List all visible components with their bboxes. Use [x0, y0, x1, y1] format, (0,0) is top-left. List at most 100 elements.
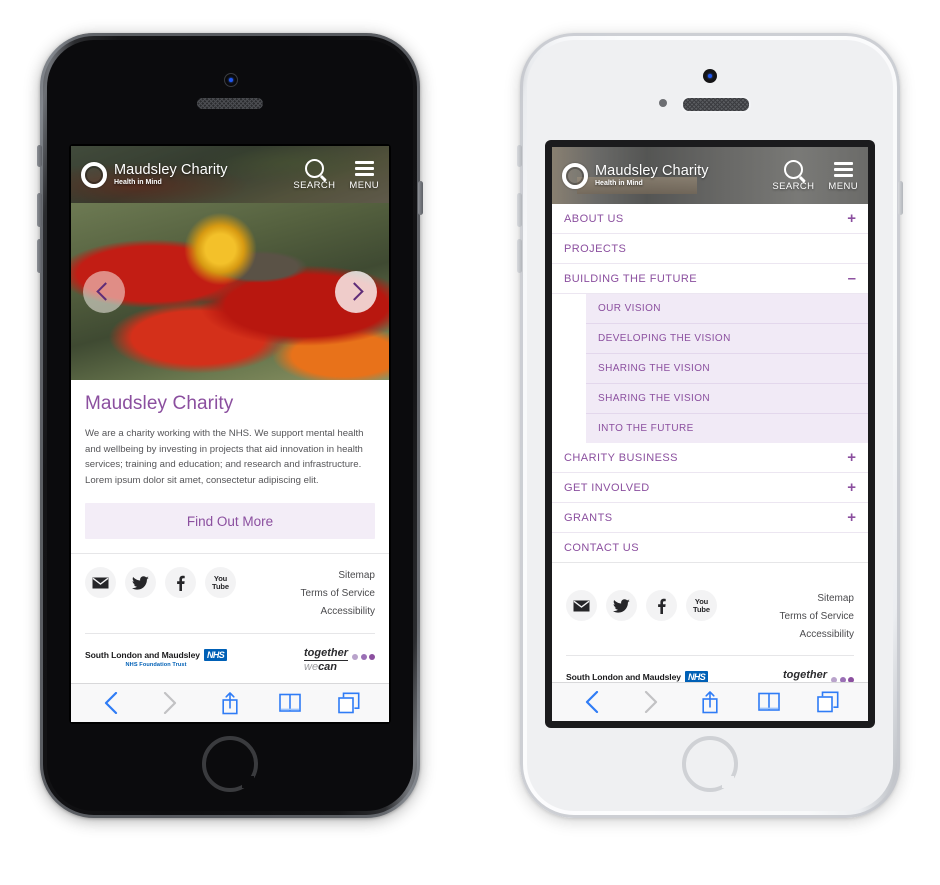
intro-body: We are a charity working with the NHS. W…: [85, 428, 364, 486]
home-button[interactable]: [202, 736, 258, 792]
nav-item-get-involved[interactable]: GET INVOLVED +: [552, 473, 868, 503]
site-logo-text[interactable]: Maudsley Charity Health in Mind: [114, 163, 228, 187]
together-we: we: [304, 660, 319, 673]
together-can: can: [318, 660, 338, 673]
volume-down-button[interactable]: [37, 239, 42, 273]
site-header: Maudsley Charity Health in Mind SEARCH M…: [552, 147, 868, 204]
together-line2: wecan: [304, 660, 348, 673]
youtube-icon[interactable]: You Tube: [205, 567, 236, 599]
nav-subitem-sharing-the-vision-1[interactable]: SHARING THE VISION: [586, 354, 868, 384]
facebook-icon[interactable]: [646, 590, 677, 621]
footer-link-terms[interactable]: Terms of Service: [780, 608, 854, 626]
mute-switch[interactable]: [517, 145, 522, 167]
nav-item-about-us[interactable]: ABOUT US +: [552, 204, 868, 234]
share-button[interactable]: [213, 690, 247, 716]
site-footer: You Tube Sitemap Terms of Service Access…: [552, 577, 868, 643]
page-title: Maudsley Charity: [85, 393, 234, 414]
carousel-prev-button[interactable]: [83, 270, 125, 313]
footer-link-accessibility[interactable]: Accessibility: [301, 603, 375, 621]
ring-logo-icon[interactable]: [81, 161, 107, 188]
bookmarks-button[interactable]: [752, 689, 786, 715]
carousel-next-button[interactable]: [335, 270, 377, 313]
bookmarks-button[interactable]: [273, 690, 307, 716]
facebook-icon[interactable]: [165, 567, 196, 599]
site-logo-text[interactable]: Maudsley Charity Health in Mind: [595, 164, 709, 188]
page-scroll-area[interactable]: Maudsley Charity Health in Mind SEARCH M…: [552, 147, 868, 683]
home-button[interactable]: [682, 736, 738, 792]
device-iphone-white: Maudsley Charity Health in Mind SEARCH M…: [517, 33, 903, 818]
ring-logo-icon[interactable]: [562, 162, 588, 189]
front-camera: [224, 73, 238, 87]
nav-label: GET INVOLVED: [564, 481, 650, 494]
back-button[interactable]: [94, 690, 128, 716]
mobile-nav-menu: ABOUT US + PROJECTS BUILDING THE FUTURE …: [552, 204, 868, 563]
proximity-sensor: [659, 99, 667, 107]
nav-sublabel: INTO THE FUTURE: [598, 423, 694, 434]
expand-toggle-icon[interactable]: +: [847, 480, 856, 495]
email-icon[interactable]: [85, 567, 116, 599]
search-label: SEARCH: [772, 181, 815, 192]
intro-section: Maudsley Charity We are a charity workin…: [71, 380, 389, 488]
youtube-icon[interactable]: You Tube: [686, 590, 717, 621]
nav-item-charity-business[interactable]: CHARITY BUSINESS +: [552, 443, 868, 473]
nhs-trust-name: South London and Maudsley: [85, 649, 200, 660]
collapse-toggle-icon[interactable]: –: [848, 271, 856, 286]
site-tagline: Health in Mind: [114, 179, 162, 187]
twitter-icon[interactable]: [125, 567, 156, 599]
twitter-icon[interactable]: [606, 590, 637, 621]
back-button[interactable]: [575, 689, 609, 715]
email-icon[interactable]: [566, 590, 597, 621]
share-button[interactable]: [693, 689, 727, 715]
nav-sublabel: DEVELOPING THE VISION: [598, 333, 731, 344]
search-button[interactable]: SEARCH: [772, 159, 814, 192]
nhs-trust-name: South London and Maudsley: [566, 672, 681, 683]
tabs-button[interactable]: [332, 690, 366, 716]
search-button[interactable]: SEARCH: [293, 158, 335, 191]
footer-link-terms[interactable]: Terms of Service: [301, 585, 375, 603]
earpiece-speaker: [681, 96, 751, 113]
nhs-badge: NHS: [203, 648, 228, 661]
footer-link-sitemap[interactable]: Sitemap: [301, 567, 375, 585]
footer-links: Sitemap Terms of Service Accessibility: [301, 567, 375, 620]
partner-logos: South London and Maudsley NHS NHS Founda…: [85, 632, 375, 673]
nav-item-contact-us[interactable]: CONTACT US: [552, 533, 868, 563]
earpiece-speaker: [197, 98, 263, 109]
mute-switch[interactable]: [37, 145, 42, 167]
webpage-menu-open: Maudsley Charity Health in Mind SEARCH M…: [552, 147, 868, 721]
search-icon: [304, 158, 324, 179]
expand-toggle-icon[interactable]: +: [847, 510, 856, 525]
tabs-button[interactable]: [811, 689, 845, 715]
nav-subitem-our-vision[interactable]: OUR VISION: [586, 294, 868, 324]
together-we-can-logo: together wecan: [783, 666, 854, 683]
volume-up-button[interactable]: [517, 193, 522, 227]
chevron-right-icon: [345, 282, 364, 301]
nav-subitem-developing-the-vision[interactable]: DEVELOPING THE VISION: [586, 324, 868, 354]
hero-carousel[interactable]: [71, 203, 389, 380]
social-links: You Tube: [566, 590, 717, 621]
nhs-logo: South London and Maudsley NHS NHS Founda…: [85, 648, 228, 668]
volume-down-button[interactable]: [517, 239, 522, 273]
chevron-left-icon: [96, 282, 115, 301]
volume-up-button[interactable]: [37, 193, 42, 227]
nav-item-projects[interactable]: PROJECTS: [552, 234, 868, 264]
power-button[interactable]: [418, 181, 423, 215]
nav-item-grants[interactable]: GRANTS +: [552, 503, 868, 533]
forward-button[interactable]: [634, 689, 668, 715]
home-button-gap: [242, 776, 254, 788]
expand-toggle-icon[interactable]: +: [847, 211, 856, 226]
find-out-more-button[interactable]: Find Out More: [85, 503, 375, 540]
menu-button[interactable]: MENU: [349, 158, 379, 191]
power-button[interactable]: [898, 181, 903, 215]
safari-toolbar: [552, 682, 868, 721]
nav-item-building-the-future[interactable]: BUILDING THE FUTURE –: [552, 264, 868, 294]
menu-label: MENU: [349, 180, 379, 191]
footer-link-accessibility[interactable]: Accessibility: [780, 626, 854, 644]
nav-label: PROJECTS: [564, 242, 627, 255]
page-scroll-area[interactable]: Maudsley Charity Health in Mind SEARCH M…: [71, 146, 389, 684]
nav-subitem-sharing-the-vision-2[interactable]: SHARING THE VISION: [586, 384, 868, 414]
footer-link-sitemap[interactable]: Sitemap: [780, 590, 854, 608]
nav-subitem-into-the-future[interactable]: INTO THE FUTURE: [586, 414, 868, 443]
forward-button[interactable]: [153, 690, 187, 716]
menu-button[interactable]: MENU: [828, 159, 858, 192]
expand-toggle-icon[interactable]: +: [847, 450, 856, 465]
